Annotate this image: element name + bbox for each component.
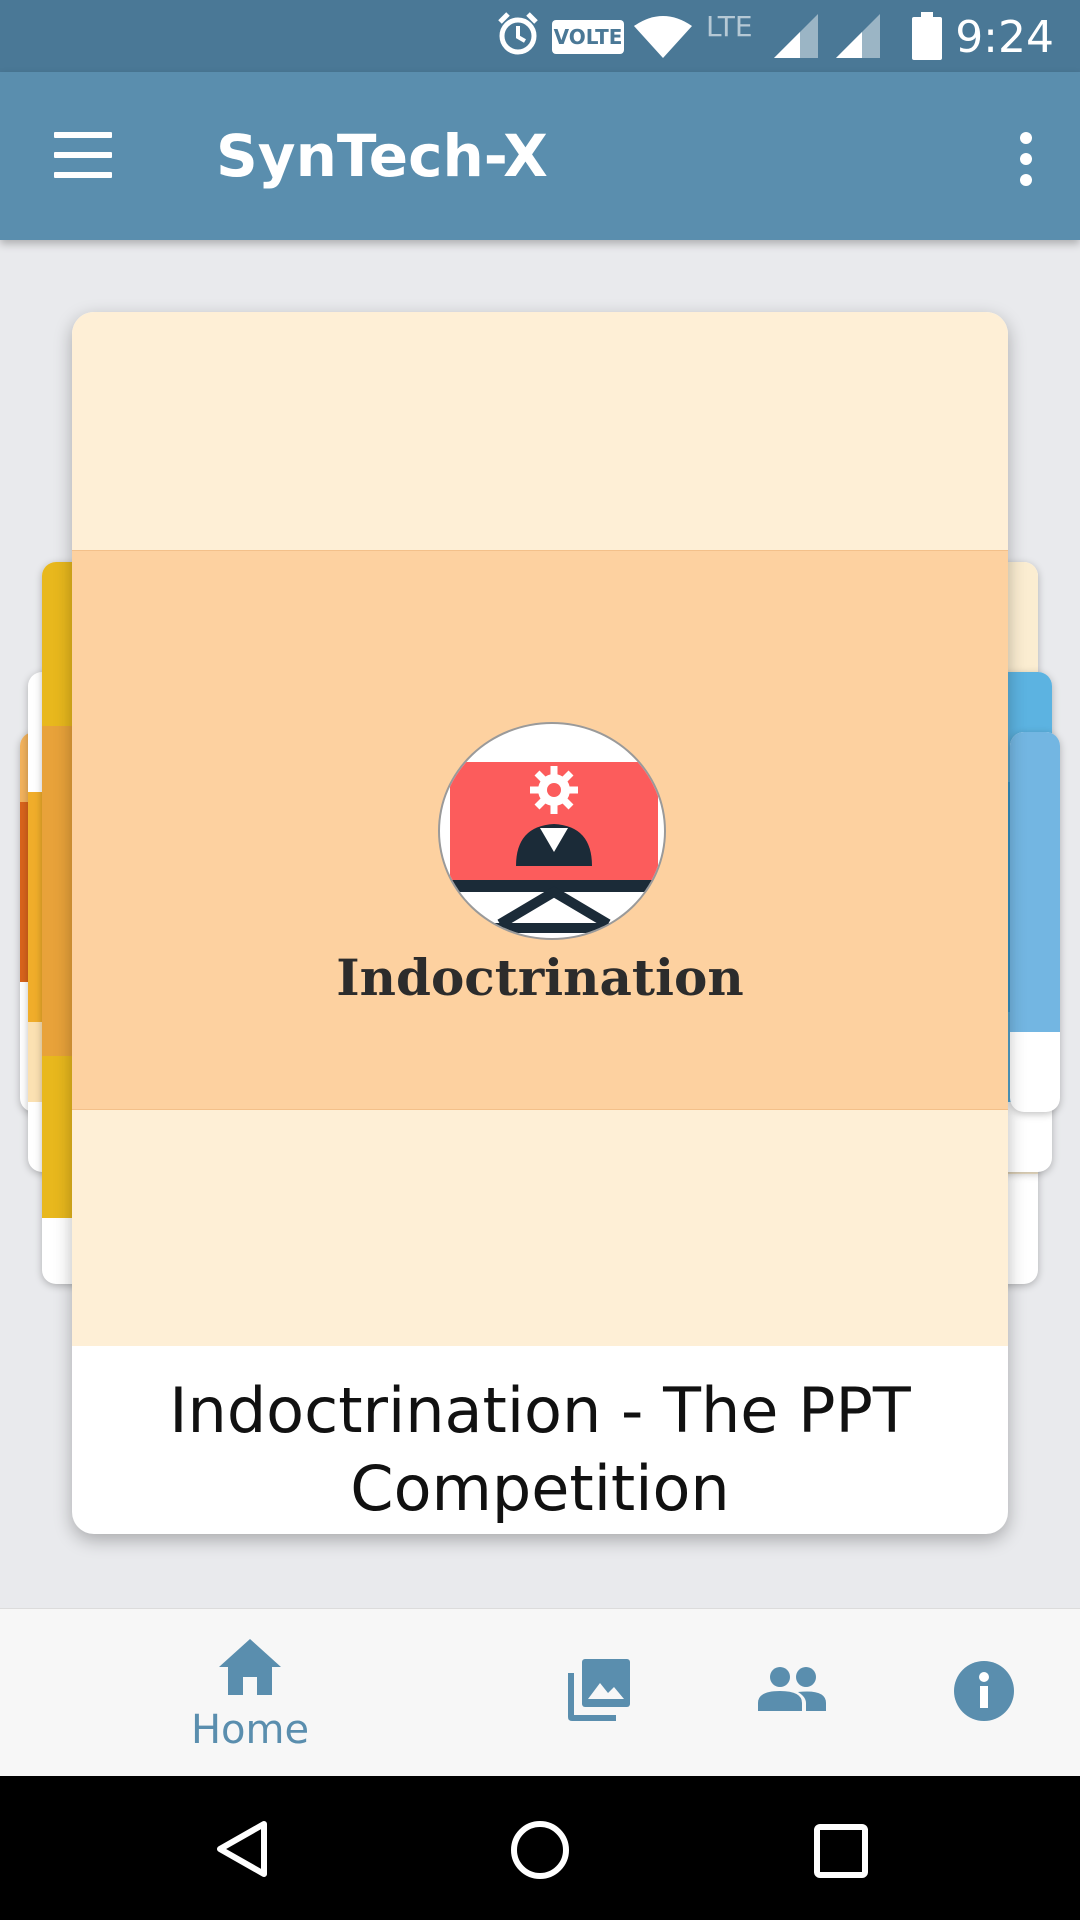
hamburger-menu-icon[interactable]: [54, 132, 112, 178]
status-bar: VOLTE LTE 9:24: [0, 0, 1080, 72]
home-circle-icon[interactable]: [510, 1820, 570, 1880]
app-title: SynTech-X: [216, 122, 548, 190]
signal-icon: [774, 14, 818, 58]
people-icon: [758, 1667, 826, 1711]
home-icon: [219, 1639, 281, 1695]
battery-icon: [912, 12, 942, 60]
carousel-card-back-right-3[interactable]: [1010, 732, 1060, 1112]
poster-title: Indoctrination: [336, 948, 744, 1007]
app-bar: SynTech-X: [0, 72, 1080, 240]
bottom-nav: Home: [0, 1608, 1080, 1776]
event-card[interactable]: Indoctrination Indoctrination - The PPT …: [72, 312, 1008, 1534]
nav-home-label: Home: [190, 1707, 310, 1753]
back-icon[interactable]: [214, 1820, 270, 1878]
nav-people[interactable]: [756, 1609, 826, 1777]
system-nav-bar: [0, 1776, 1080, 1920]
presentation-logo-icon: [438, 722, 666, 940]
more-vert-icon[interactable]: [1016, 132, 1036, 186]
status-time: 9:24: [955, 12, 1054, 63]
volte-icon: VOLTE: [552, 20, 624, 54]
recents-icon[interactable]: [814, 1824, 868, 1878]
lte-label: LTE: [706, 10, 753, 43]
nav-info[interactable]: [950, 1609, 1016, 1777]
event-caption: Indoctrination - The PPT Competition: [169, 1374, 911, 1525]
nav-gallery[interactable]: [566, 1609, 632, 1777]
signal-icon: [836, 14, 880, 58]
event-poster: Indoctrination: [72, 312, 1008, 1346]
alarm-icon: [498, 12, 538, 55]
wifi-icon: [634, 16, 692, 58]
nav-home[interactable]: Home: [191, 1609, 309, 1777]
gallery-icon: [568, 1659, 630, 1721]
info-icon: [954, 1661, 1014, 1721]
